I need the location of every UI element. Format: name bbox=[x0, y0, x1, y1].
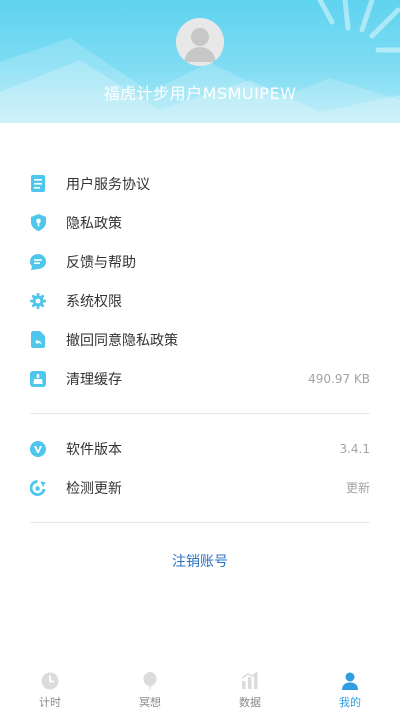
menu-item-label: 检测更新 bbox=[66, 480, 122, 497]
section-divider bbox=[30, 522, 370, 523]
logout-account-button[interactable]: 注销账号 bbox=[0, 550, 400, 574]
profile-screen: 福虎计步用户MSMUIPEW 用户服务协议 隐私政策 反馈与帮助 系统权限 撤回… bbox=[0, 0, 400, 711]
menu-item-revoke-privacy-consent[interactable]: 撤回同意隐私政策 bbox=[0, 320, 400, 359]
menu-item-label: 隐私政策 bbox=[66, 215, 122, 232]
tab-mine[interactable]: 我的 bbox=[300, 670, 400, 710]
tab-timer[interactable]: 计时 bbox=[0, 670, 100, 710]
cache-size-value: 490.97 KB bbox=[308, 371, 370, 386]
update-status-value: 更新 bbox=[345, 481, 370, 495]
version-value: 3.4.1 bbox=[339, 441, 370, 456]
menu-item-label: 软件版本 bbox=[66, 441, 122, 458]
document-icon bbox=[30, 175, 46, 192]
balloon-icon bbox=[141, 672, 159, 690]
tab-label: 我的 bbox=[339, 696, 361, 709]
gear-icon bbox=[30, 292, 46, 309]
tab-label: 冥想 bbox=[139, 696, 161, 709]
menu-item-label: 用户服务协议 bbox=[66, 176, 150, 193]
broom-icon bbox=[30, 370, 46, 387]
menu-item-label: 清理缓存 bbox=[66, 371, 122, 388]
tab-label: 计时 bbox=[39, 696, 61, 709]
profile-header: 福虎计步用户MSMUIPEW bbox=[0, 0, 400, 123]
tab-data[interactable]: 数据 bbox=[200, 670, 300, 710]
menu-item-label: 系统权限 bbox=[66, 293, 122, 310]
menu-item-user-agreement[interactable]: 用户服务协议 bbox=[0, 164, 400, 203]
menu-item-clear-cache[interactable]: 清理缓存 490.97 KB bbox=[0, 359, 400, 398]
feedback-chat-icon bbox=[30, 253, 46, 270]
refresh-icon bbox=[30, 479, 46, 496]
privacy-shield-icon bbox=[30, 214, 46, 231]
default-avatar-icon bbox=[176, 18, 224, 66]
menu-item-system-permissions[interactable]: 系统权限 bbox=[0, 281, 400, 320]
menu-item-check-update[interactable]: 检测更新 更新 bbox=[0, 468, 400, 507]
bottom-tab-bar: 计时 冥想 数据 我的 bbox=[0, 664, 400, 711]
section-divider bbox=[30, 413, 370, 414]
bar-chart-icon bbox=[241, 671, 259, 690]
menu-item-label: 撤回同意隐私政策 bbox=[66, 332, 178, 349]
menu-item-software-version[interactable]: 软件版本 3.4.1 bbox=[0, 429, 400, 468]
revoke-document-icon bbox=[30, 331, 46, 348]
version-icon bbox=[30, 440, 46, 457]
clock-icon bbox=[41, 672, 59, 690]
menu-item-feedback-help[interactable]: 反馈与帮助 bbox=[0, 242, 400, 281]
user-name: 福虎计步用户MSMUIPEW bbox=[103, 84, 297, 103]
tab-meditation[interactable]: 冥想 bbox=[100, 670, 200, 710]
avatar[interactable] bbox=[176, 18, 224, 66]
person-icon bbox=[341, 672, 359, 690]
menu-item-label: 反馈与帮助 bbox=[66, 254, 136, 271]
menu-item-privacy-policy[interactable]: 隐私政策 bbox=[0, 203, 400, 242]
tab-label: 数据 bbox=[239, 696, 261, 709]
